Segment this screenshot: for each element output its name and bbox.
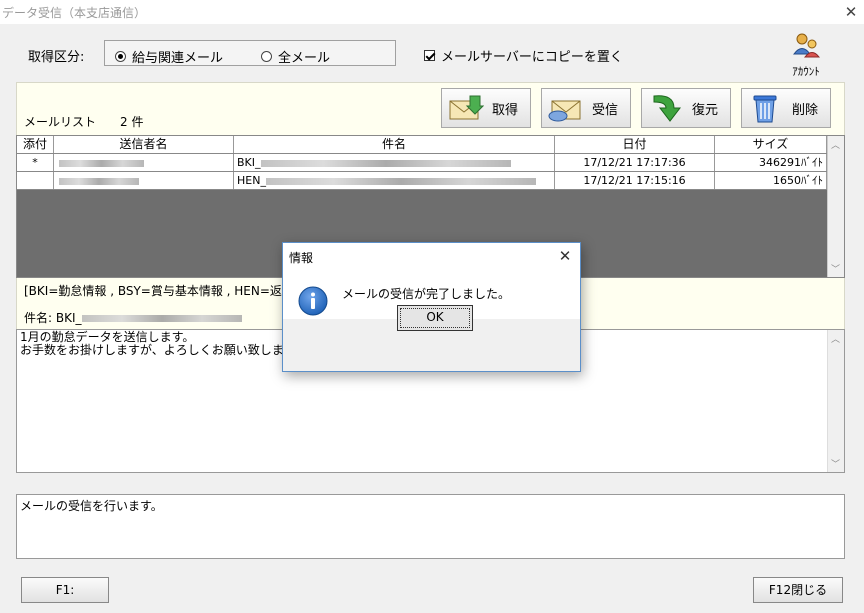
cell-attach: * xyxy=(17,154,54,171)
legend-text: [BKI=勤怠情報 , BSY=賞与基本情報 , HEN=返 xyxy=(24,284,282,298)
receive-label: 受信 xyxy=(592,102,619,118)
column-header-sender[interactable]: 送信者名 xyxy=(54,136,234,153)
copy-to-server-checkbox[interactable]: メールサーバーにコピーを置く xyxy=(424,46,623,65)
subject-prefix: HEN_ xyxy=(237,174,266,187)
fetch-label: 取得 xyxy=(492,102,519,118)
column-header-subject[interactable]: 件名 xyxy=(234,136,555,153)
grid-header: 添付 送信者名 件名 日付 サイズ xyxy=(17,136,827,154)
delete-label: 削除 xyxy=(792,102,819,118)
trash-can-icon xyxy=(753,95,777,123)
scroll-up-icon[interactable]: ︿ xyxy=(831,138,840,151)
radio-salary-mail[interactable]: 給与関連メール xyxy=(115,47,223,66)
receive-button[interactable]: 受信 xyxy=(541,88,631,128)
column-header-size[interactable]: サイズ xyxy=(715,136,827,153)
cell-subject: BKI_ xyxy=(234,154,555,171)
radio-all-mail[interactable]: 全メール xyxy=(261,47,330,66)
table-row[interactable]: * BKI_ 17/12/21 17:17:36 346291ﾊﾞｲﾄ xyxy=(17,154,827,172)
subject-line: 件名: BKI_ xyxy=(24,309,242,326)
cell-sender-redacted xyxy=(54,154,234,171)
account-label: ｱｶｳﾝﾄ xyxy=(792,65,820,78)
checkbox-box[interactable] xyxy=(424,50,435,61)
table-row[interactable]: HEN_ 17/12/21 17:15:16 1650ﾊﾞｲﾄ xyxy=(17,172,827,190)
fetch-button[interactable]: 取得 xyxy=(441,88,531,128)
subject-redacted xyxy=(265,177,536,185)
body-scrollbar[interactable]: ︿ ﹀ xyxy=(827,330,844,472)
subject-label: 件名: BKI_ xyxy=(24,311,82,325)
info-icon xyxy=(298,286,328,316)
cell-size: 1650ﾊﾞｲﾄ xyxy=(715,172,827,189)
account-button[interactable]: ｱｶｳﾝﾄ xyxy=(778,32,834,78)
subject-prefix: BKI_ xyxy=(237,156,261,169)
dialog-message: メールの受信が完了しました。 xyxy=(342,287,511,301)
grid-scrollbar[interactable]: ︿ ﹀ xyxy=(827,136,844,277)
subject-value-redacted xyxy=(81,315,242,322)
acquisition-label: 取得区分: xyxy=(28,50,85,65)
radio-circle-selected[interactable] xyxy=(115,51,126,62)
account-icon xyxy=(793,33,821,58)
f12-close-button[interactable]: F12閉じる xyxy=(753,577,843,603)
restore-button[interactable]: 復元 xyxy=(641,88,731,128)
status-text: メールの受信を行います。 xyxy=(20,499,163,513)
cell-date: 17/12/21 17:15:16 xyxy=(555,172,715,189)
dialog-body: メールの受信が完了しました。 OK xyxy=(283,269,580,371)
mail-list-count: 2 件 xyxy=(120,115,144,129)
column-header-attach[interactable]: 添付 xyxy=(17,136,54,153)
subject-redacted xyxy=(260,159,511,167)
radio-salary-mail-label: 給与関連メール xyxy=(132,51,224,66)
dialog-title: 情報 xyxy=(289,251,314,265)
radio-all-mail-label: 全メール xyxy=(278,51,331,66)
cell-date: 17/12/21 17:17:36 xyxy=(555,154,715,171)
window-title: データ受信（本支店通信） xyxy=(2,6,147,20)
radio-circle[interactable] xyxy=(261,51,272,62)
window-close-button[interactable]: ✕ xyxy=(838,0,864,24)
delete-button[interactable]: 削除 xyxy=(741,88,831,128)
scroll-down-icon[interactable]: ﹀ xyxy=(831,262,840,275)
acquisition-radio-group: 給与関連メール 全メール xyxy=(104,40,396,66)
mail-list-title: メールリスト xyxy=(24,115,97,129)
info-dialog: 情報 ✕ メールの受信が完了しました。 OK xyxy=(282,242,581,372)
focus-rect xyxy=(400,308,470,328)
dialog-close-button[interactable]: ✕ xyxy=(553,245,577,267)
column-header-date[interactable]: 日付 xyxy=(555,136,715,153)
scroll-down-icon[interactable]: ﹀ xyxy=(831,457,840,470)
scroll-up-icon[interactable]: ︿ xyxy=(831,332,840,345)
cell-sender-redacted xyxy=(54,172,234,189)
envelope-receive-icon xyxy=(548,100,581,122)
cell-subject: HEN_ xyxy=(234,172,555,189)
f1-button[interactable]: F1: xyxy=(21,577,109,603)
copy-to-server-label: メールサーバーにコピーを置く xyxy=(441,50,623,65)
dialog-ok-button[interactable]: OK xyxy=(397,305,473,331)
green-arrow-icon xyxy=(653,95,682,122)
envelope-in-icon xyxy=(449,95,484,120)
cell-attach xyxy=(17,172,54,189)
restore-label: 復元 xyxy=(692,102,719,118)
cell-size: 346291ﾊﾞｲﾄ xyxy=(715,154,827,171)
mail-body-text: 1月の勤怠データを送信します。 お手数をお掛けしますが、よろしくお願い致します xyxy=(20,330,296,357)
